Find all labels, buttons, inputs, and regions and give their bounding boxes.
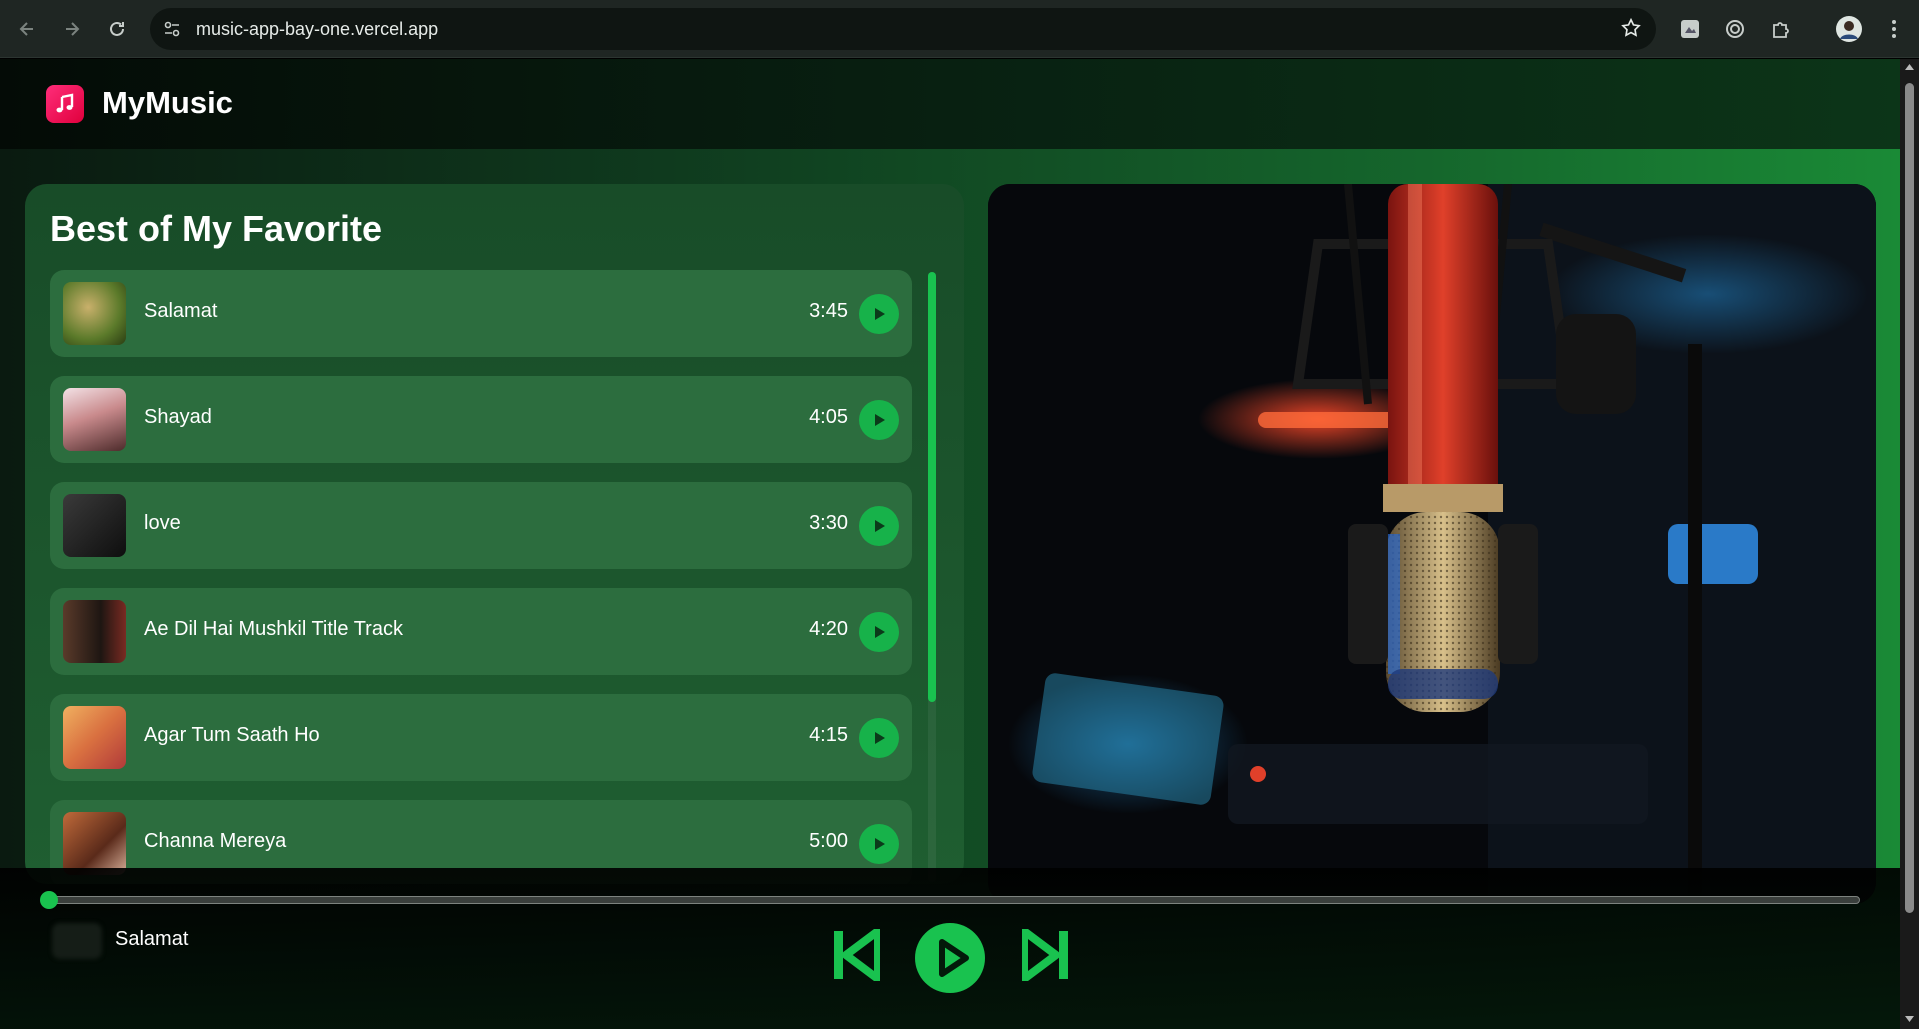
scroll-down-icon[interactable] — [1904, 1015, 1915, 1023]
now-playing-title: Salamat — [115, 928, 189, 950]
song-title: Shayad — [144, 406, 212, 428]
play-button[interactable] — [859, 294, 899, 334]
reload-icon — [110, 21, 124, 36]
lens-button[interactable] — [1720, 14, 1750, 44]
song-duration: 3:45 — [809, 300, 848, 322]
url-text: music-app-bay-one.vercel.app — [196, 19, 439, 39]
address-bar[interactable]: music-app-bay-one.vercel.app — [150, 8, 1656, 50]
song-duration: 4:05 — [809, 406, 848, 428]
music-app: MyMusic Best of My Favorite Salamat 3:45… — [0, 59, 1900, 1029]
play-pause-button[interactable] — [914, 922, 986, 994]
browser-menu-button[interactable] — [1879, 14, 1909, 44]
play-icon — [875, 520, 885, 532]
profile-button[interactable] — [1834, 14, 1864, 44]
play-icon — [875, 732, 885, 744]
song-title: Agar Tum Saath Ho — [144, 724, 320, 746]
song-duration: 3:30 — [809, 512, 848, 534]
next-icon — [1022, 929, 1068, 981]
app-header: MyMusic — [0, 59, 1900, 149]
player-bar: Salamat — [0, 868, 1900, 1029]
song-row[interactable]: love 3:30 — [50, 482, 912, 569]
extension-icon — [1681, 20, 1699, 38]
play-icon — [915, 923, 985, 993]
playlist-panel: Best of My Favorite Salamat 3:45 Shayad … — [25, 184, 964, 884]
progress-knob[interactable] — [40, 891, 58, 909]
album-art — [63, 812, 126, 875]
menu-kebab-icon — [1892, 20, 1896, 38]
song-row[interactable]: Agar Tum Saath Ho 4:15 — [50, 694, 912, 781]
play-icon — [875, 308, 885, 320]
song-duration: 5:00 — [809, 830, 848, 852]
forward-button[interactable] — [57, 14, 87, 44]
song-row[interactable]: Salamat 3:45 — [50, 270, 912, 357]
play-icon — [875, 414, 885, 426]
album-art — [63, 494, 126, 557]
next-button[interactable] — [1020, 928, 1072, 982]
playlist-title: Best of My Favorite — [50, 208, 383, 249]
song-title: Salamat — [144, 300, 218, 322]
back-button[interactable] — [12, 14, 42, 44]
album-art — [63, 388, 126, 451]
bookmark-star-icon[interactable] — [1620, 17, 1642, 44]
playlist-scrollbar[interactable] — [928, 272, 936, 702]
song-row[interactable]: Shayad 4:05 — [50, 376, 912, 463]
lens-icon — [1726, 20, 1744, 38]
song-title: love — [144, 512, 181, 534]
album-art — [63, 706, 126, 769]
microphone-illustration — [988, 184, 1876, 904]
reload-button[interactable] — [102, 14, 132, 44]
play-button[interactable] — [859, 824, 899, 864]
scroll-up-icon[interactable] — [1904, 63, 1915, 71]
progress-bar[interactable] — [48, 896, 1860, 904]
app-logo[interactable] — [46, 85, 84, 123]
previous-icon — [834, 929, 880, 981]
song-duration: 4:20 — [809, 618, 848, 640]
now-playing-art — [52, 923, 102, 959]
song-list: Salamat 3:45 Shayad 4:05 love 3:30 Ae Di… — [50, 270, 912, 884]
browser-toolbar: music-app-bay-one.vercel.app — [0, 0, 1919, 58]
play-button[interactable] — [859, 718, 899, 758]
play-icon — [875, 626, 885, 638]
song-duration: 4:15 — [809, 724, 848, 746]
profile-avatar — [1836, 16, 1862, 42]
play-icon — [875, 838, 885, 850]
app-brand: MyMusic — [102, 85, 233, 120]
play-button[interactable] — [859, 612, 899, 652]
play-button[interactable] — [859, 506, 899, 546]
previous-button[interactable] — [830, 928, 882, 982]
album-art — [63, 282, 126, 345]
page-scrollbar-thumb[interactable] — [1905, 83, 1914, 913]
song-title: Channa Mereya — [144, 830, 287, 852]
site-info-icon[interactable] — [162, 19, 182, 44]
song-row[interactable]: Ae Dil Hai Mushkil Title Track 4:20 — [50, 588, 912, 675]
hero-microphone-image — [988, 184, 1876, 904]
album-art — [63, 600, 126, 663]
back-icon — [19, 22, 33, 36]
music-note-icon — [56, 93, 74, 113]
extensions-button[interactable] — [1766, 14, 1796, 44]
song-title: Ae Dil Hai Mushkil Title Track — [144, 618, 403, 640]
puzzle-icon — [1773, 22, 1789, 38]
extension-button[interactable] — [1675, 14, 1705, 44]
play-button[interactable] — [859, 400, 899, 440]
page-scrollbar[interactable] — [1900, 59, 1919, 1029]
forward-icon — [66, 22, 80, 36]
